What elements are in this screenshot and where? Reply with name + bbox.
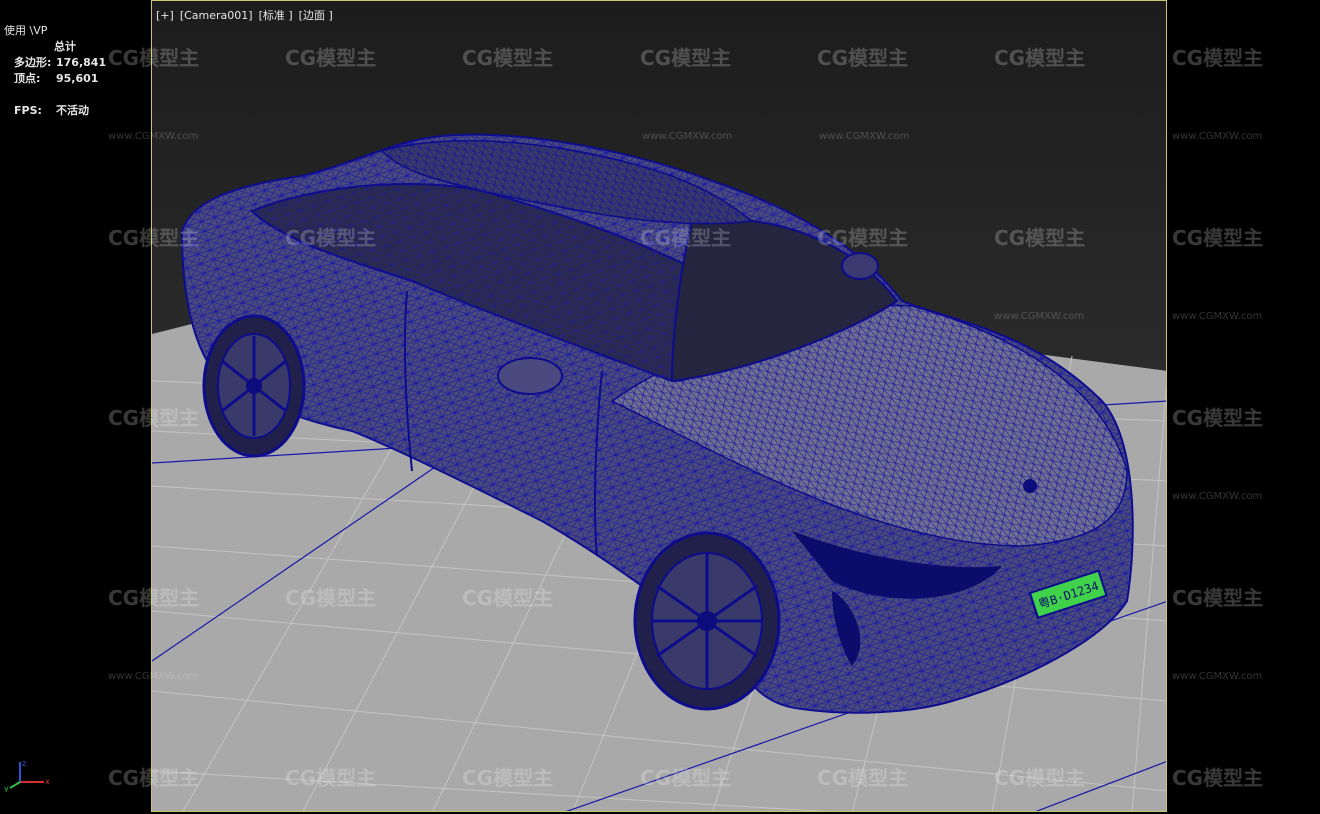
watermark: CG模型主	[640, 226, 732, 250]
axis-z-label: z	[22, 759, 26, 768]
watermark-url: www.CGMXW.com	[819, 131, 910, 142]
watermark: CG模型主	[640, 766, 732, 790]
watermark: CG模型主	[108, 766, 200, 790]
polygons-value: 176,841	[56, 56, 107, 69]
watermark: CG模型主	[817, 46, 909, 70]
vertices-value: 95,601	[56, 72, 99, 85]
viewport-edges-menu[interactable]: [边面 ]	[299, 9, 333, 22]
driver-label: 使用 \VP	[4, 24, 48, 37]
watermark: CG模型主	[994, 226, 1086, 250]
axis-y-label: y	[4, 784, 9, 792]
axis-x-label: x	[45, 777, 50, 786]
watermark: CG模型主	[994, 46, 1086, 70]
watermark: CG模型主	[640, 46, 732, 70]
watermark: CG模型主	[285, 766, 377, 790]
viewport-scene: 粤B·D1234	[152, 1, 1166, 811]
watermark: CG模型主	[817, 766, 909, 790]
polygons-label: 多边形:	[14, 56, 52, 69]
viewport-label-menu[interactable]: [+] [Camera001] [标准 ] [边面 ]	[156, 7, 339, 23]
rear-wheel	[202, 314, 306, 458]
watermark: CG模型主	[108, 406, 200, 430]
viewport-camera-menu[interactable]: [Camera001]	[180, 9, 253, 22]
watermark: CG模型主	[817, 226, 909, 250]
watermark: CG模型主	[285, 586, 377, 610]
axis-gizmo: x z y	[4, 759, 50, 792]
viewport-plus-menu[interactable]: [+]	[156, 9, 174, 22]
watermark: CG模型主	[1172, 226, 1264, 250]
watermark-url: www.CGMXW.com	[108, 131, 199, 142]
vertices-label: 顶点:	[14, 72, 41, 85]
watermark: CG模型主	[1172, 46, 1264, 70]
watermark-url: www.CGMXW.com	[108, 671, 199, 682]
camera-viewport[interactable]: 粤B·D1234 [+] [Camera001] [标准 ] [边面 ]	[151, 0, 1167, 812]
watermark: CG模型主	[462, 46, 554, 70]
watermark: CG模型主	[108, 226, 200, 250]
viewport-shading-menu[interactable]: [标准 ]	[259, 9, 293, 22]
watermark: CG模型主	[108, 586, 200, 610]
watermark: CG模型主	[1172, 586, 1264, 610]
watermark-url: www.CGMXW.com	[994, 311, 1085, 322]
fps-label: FPS:	[14, 104, 42, 117]
watermark: CG模型主	[108, 46, 200, 70]
watermark: CG模型主	[285, 46, 377, 70]
watermark: CG模型主	[1172, 406, 1264, 430]
watermark-url: www.CGMXW.com	[642, 131, 733, 142]
watermark-url: www.CGMXW.com	[1172, 491, 1263, 502]
fps-value: 不活动	[56, 104, 89, 117]
watermark: CG模型主	[285, 226, 377, 250]
watermark: CG模型主	[1172, 766, 1264, 790]
watermark: CG模型主	[462, 586, 554, 610]
watermark-url: www.CGMXW.com	[1172, 311, 1263, 322]
stats-header: 总计	[54, 40, 76, 53]
watermark-url: www.CGMXW.com	[1172, 131, 1263, 142]
watermark: CG模型主	[994, 766, 1086, 790]
watermark: CG模型主	[462, 766, 554, 790]
watermark-url: www.CGMXW.com	[1172, 671, 1263, 682]
front-wheel	[633, 531, 781, 711]
